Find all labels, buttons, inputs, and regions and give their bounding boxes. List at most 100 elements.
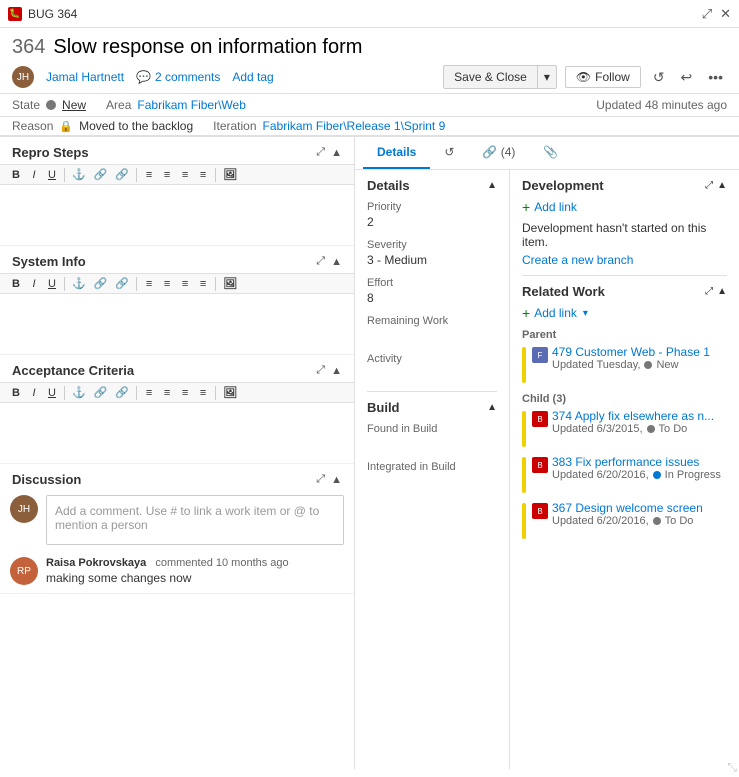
child2-title[interactable]: 383 Fix performance issues [552, 455, 721, 469]
severity-field: Severity 3 - Medium [367, 239, 497, 267]
undo-icon[interactable]: ↩ [677, 67, 697, 88]
disc-collapse[interactable]: ▲ [331, 474, 342, 486]
dev-column: Development ⤢ ▲ + Add link Development h… [510, 170, 739, 769]
title-bar-left: 🐛 BUG 364 [8, 7, 77, 21]
tab-links[interactable]: 🔗 (4) [468, 137, 529, 169]
rw-collapse[interactable]: ▲ [717, 286, 727, 297]
system-info-toolbar: B I U ⚓ 🔗 🔗 ≡ ≡ ≡ ≡ 🖼 [0, 273, 354, 294]
ac-expand[interactable]: ⤢ [316, 364, 325, 377]
link-button[interactable]: 🔗 [91, 167, 111, 182]
si-italic-button[interactable]: I [26, 277, 42, 291]
create-branch-link[interactable]: Create a new branch [522, 253, 727, 267]
anchor-button[interactable]: ⚓ [69, 167, 89, 182]
parent-feature-icon: F [532, 347, 548, 363]
commenter-name[interactable]: Raisa Pokrovskaya [46, 557, 146, 569]
rw-add-link-button[interactable]: + Add link ▾ [522, 305, 727, 321]
related-work-controls: ⤢ ▲ [705, 286, 727, 297]
repro-steps-controls: ⤢ ▲ [316, 146, 342, 159]
priority-field: Priority 2 [367, 201, 497, 229]
ac-underline-button[interactable]: U [44, 386, 60, 400]
dev-add-link-button[interactable]: + Add link [522, 199, 727, 215]
acceptance-criteria-section: Acceptance Criteria ⤢ ▲ B I U ⚓ 🔗 🔗 ≡ ≡ … [0, 355, 354, 464]
si-anchor-button[interactable]: ⚓ [69, 276, 89, 291]
add-tag-button[interactable]: Add tag [232, 70, 273, 84]
dev-expand[interactable]: ⤢ [705, 180, 713, 191]
si-link2-button[interactable]: 🔗 [112, 276, 132, 291]
comment-input[interactable]: Add a comment. Use # to link a work item… [46, 495, 344, 545]
work-item-title: 364 Slow response on information form [12, 36, 727, 59]
ac-list2-button[interactable]: ≡ [159, 386, 175, 400]
repro-steps-collapse[interactable]: ▲ [331, 147, 342, 159]
ac-anchor-button[interactable]: ⚓ [69, 385, 89, 400]
ac-list1-button[interactable]: ≡ [141, 386, 157, 400]
bold-button[interactable]: B [8, 168, 24, 182]
parent-title[interactable]: 479 Customer Web - Phase 1 [552, 345, 710, 359]
system-info-content[interactable] [0, 294, 354, 354]
rw-expand[interactable]: ⤢ [705, 286, 713, 297]
link2-button[interactable]: 🔗 [112, 167, 132, 182]
child3-title[interactable]: 367 Design welcome screen [552, 501, 703, 515]
save-close-button[interactable]: Save & Close ▾ [443, 65, 557, 89]
separator3 [215, 168, 216, 182]
underline-button[interactable]: U [44, 168, 60, 182]
follow-button[interactable]: 👁 Follow [565, 66, 641, 88]
ac-image-button[interactable]: 🖼 [220, 385, 240, 400]
acceptance-criteria-content[interactable] [0, 403, 354, 463]
area-item: Area Fabrikam Fiber\Web [106, 98, 246, 112]
list3-button[interactable]: ≡ [177, 168, 193, 182]
close-icon[interactable]: ✕ [720, 6, 731, 22]
repro-steps-expand[interactable]: ⤢ [316, 146, 325, 159]
si-link-button[interactable]: 🔗 [91, 276, 111, 291]
resize-handle[interactable]: ⤡ [727, 760, 737, 775]
ac-link-button[interactable]: 🔗 [91, 385, 111, 400]
image-button[interactable]: 🖼 [220, 167, 240, 182]
child-label: Child (3) [522, 391, 727, 405]
tab-history[interactable]: ↺ [430, 137, 468, 169]
save-close-label[interactable]: Save & Close [444, 66, 538, 88]
ac-collapse[interactable]: ▲ [331, 365, 342, 377]
tab-details[interactable]: Details [363, 137, 430, 169]
list4-button[interactable]: ≡ [195, 168, 211, 182]
si-list2-button[interactable]: ≡ [159, 277, 175, 291]
maximize-icon[interactable]: ⤢ [702, 6, 712, 22]
author-avatar: JH [12, 66, 34, 88]
parent-label: Parent [522, 327, 727, 341]
ac-link2-button[interactable]: 🔗 [112, 385, 132, 400]
tab-attachments[interactable]: 📎 [529, 137, 572, 169]
repro-steps-content[interactable] [0, 185, 354, 245]
si-image-button[interactable]: 🖼 [220, 276, 240, 291]
ac-list3-button[interactable]: ≡ [177, 386, 193, 400]
system-info-collapse[interactable]: ▲ [331, 256, 342, 268]
si-list1-button[interactable]: ≡ [141, 277, 157, 291]
right-panel: Details ↺ 🔗 (4) 📎 Details ▲ Priority [355, 137, 739, 769]
child3-meta: Updated 6/20/2016, To Do [552, 515, 703, 527]
disc-expand[interactable]: ⤢ [316, 473, 325, 486]
ac-italic-button[interactable]: I [26, 386, 42, 400]
italic-button[interactable]: I [26, 168, 42, 182]
dev-collapse[interactable]: ▲ [717, 180, 727, 191]
si-list4-button[interactable]: ≡ [195, 277, 211, 291]
more-options-icon[interactable]: ••• [704, 67, 727, 87]
bug-icon: 🐛 [8, 7, 22, 21]
ac-bold-button[interactable]: B [8, 386, 24, 400]
author-name[interactable]: Jamal Hartnett [46, 70, 124, 84]
si-bold-button[interactable]: B [8, 277, 24, 291]
si-list3-button[interactable]: ≡ [177, 277, 193, 291]
comments-button[interactable]: 💬 2 comments [136, 70, 220, 84]
si-underline-button[interactable]: U [44, 277, 60, 291]
child1-title[interactable]: 374 Apply fix elsewhere as n... [552, 409, 714, 423]
commenter-avatar: RP [10, 557, 38, 585]
system-info-expand[interactable]: ⤢ [316, 255, 325, 268]
follow-icon: 👁 [576, 70, 591, 84]
save-close-dropdown[interactable]: ▾ [538, 66, 556, 88]
details-collapse[interactable]: ▲ [487, 180, 497, 191]
list2-button[interactable]: ≡ [159, 168, 175, 182]
remaining-work-field: Remaining Work [367, 315, 497, 343]
list1-button[interactable]: ≡ [141, 168, 157, 182]
dev-controls: ⤢ ▲ [705, 180, 727, 191]
refresh-icon[interactable]: ↺ [649, 67, 669, 88]
ac-list4-button[interactable]: ≡ [195, 386, 211, 400]
title-bar-right: ⤢ ✕ [702, 6, 731, 22]
build-collapse[interactable]: ▲ [487, 402, 497, 413]
header-actions: JH Jamal Hartnett 💬 2 comments Add tag S… [12, 65, 727, 89]
